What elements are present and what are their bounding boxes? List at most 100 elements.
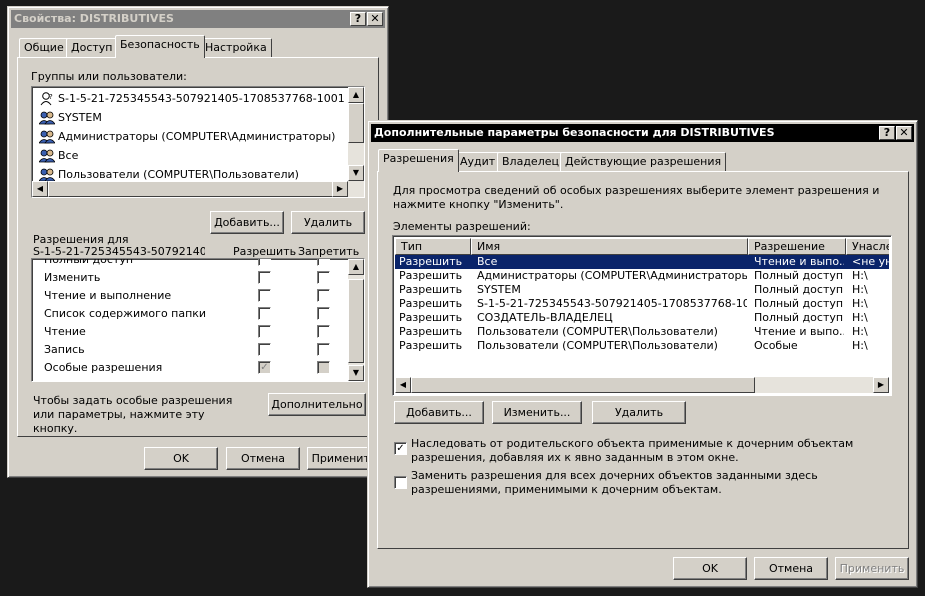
entry-permission: Особые (754, 339, 798, 352)
scroll-right-arrow-icon[interactable]: ▶ (873, 377, 889, 393)
entry-type: Разрешить (399, 255, 463, 268)
cancel-button[interactable]: Отмена (226, 447, 300, 470)
users-hscrollbar[interactable]: ◀ ▶ (32, 181, 364, 197)
permission-entry-row[interactable]: Разрешить S-1-5-21-725345543-507921405-1… (395, 297, 889, 311)
permission-entry-row[interactable]: Разрешить СОЗДАТЕЛЬ-ВЛАДЕЛЕЦ Полный дост… (395, 311, 889, 325)
advanced-hint-text: Чтобы задать особые разрешения или парам… (33, 394, 233, 435)
allow-checkbox[interactable] (258, 343, 271, 356)
entries-label: Элементы разрешений: (393, 220, 531, 233)
entry-permission: Чтение и выпо... (754, 325, 844, 338)
users-vscrollbar[interactable]: ▲ ▼ (348, 87, 364, 181)
description-text: Для просмотра сведений об особых разреше… (393, 184, 880, 211)
inherit-label[interactable]: Наследовать от родительского объекта при… (411, 437, 891, 465)
deny-checkbox[interactable] (317, 271, 330, 284)
allow-column-header: Разрешить (233, 245, 297, 258)
permission-name: Особые разрешения (44, 361, 163, 374)
permission-row: Чтение и выполнение (32, 286, 346, 305)
tab-general[interactable]: Общие (19, 38, 69, 58)
properties-titlebar[interactable]: Свойства: DISTRIBUTIVES ? ✕ (11, 10, 385, 28)
scroll-up-arrow-icon[interactable]: ▲ (348, 87, 364, 103)
tab-security[interactable]: Безопасность (115, 35, 205, 58)
permission-name: Изменить (44, 271, 101, 284)
user-row[interactable]: Все (34, 146, 346, 165)
advanced-title: Дополнительные параметры безопасности дл… (374, 126, 775, 139)
permissions-vscrollbar[interactable]: ▲ ▼ (348, 259, 364, 381)
scroll-down-arrow-icon[interactable]: ▼ (348, 365, 364, 381)
allow-checkbox[interactable] (258, 289, 271, 302)
permission-row: Изменить (32, 268, 346, 287)
allow-checkbox[interactable] (258, 259, 271, 266)
column-header-name[interactable]: Имя (471, 238, 748, 255)
add-button[interactable]: Добавить... (394, 401, 484, 424)
permission-name: Список содержимого папки (44, 307, 207, 320)
scroll-left-arrow-icon[interactable]: ◀ (32, 181, 48, 197)
allow-checkbox[interactable] (258, 271, 271, 284)
tab-permissions[interactable]: Разрешения (378, 149, 459, 172)
user-row[interactable]: SYSTEM (34, 108, 346, 127)
replace-checkbox[interactable] (394, 476, 407, 489)
edit-button[interactable]: Изменить... (492, 401, 582, 424)
inherit-checkbox[interactable]: ✓ (394, 442, 407, 455)
add-button[interactable]: Добавить... (210, 211, 284, 234)
ok-button[interactable]: OK (673, 557, 747, 580)
scroll-thumb[interactable] (48, 181, 334, 197)
scroll-down-arrow-icon[interactable]: ▼ (348, 165, 364, 181)
help-button[interactable]: ? (350, 12, 366, 26)
ok-button[interactable]: OK (144, 447, 218, 470)
deny-checkbox[interactable] (317, 343, 330, 356)
permission-entry-row[interactable]: Разрешить Все Чтение и выпо... <не уна (395, 255, 889, 269)
users-list[interactable]: ? S-1-5-21-725345543-507921405-170853776… (31, 86, 365, 198)
group-icon (39, 149, 55, 163)
group-icon (39, 130, 55, 144)
remove-button[interactable]: Удалить (291, 211, 365, 234)
advanced-titlebar[interactable]: Дополнительные параметры безопасности дл… (371, 124, 914, 142)
user-name: SYSTEM (58, 111, 102, 124)
tab-audit[interactable]: Аудит (455, 152, 501, 172)
permission-entry-row[interactable]: Разрешить SYSTEM Полный доступ H:\ (395, 283, 889, 297)
deny-checkbox[interactable] (317, 289, 330, 302)
replace-label[interactable]: Заменить разрешения для всех дочерних об… (411, 469, 891, 497)
scroll-thumb[interactable] (348, 279, 364, 363)
scroll-right-arrow-icon[interactable]: ▶ (332, 181, 348, 197)
column-header-inherited[interactable]: Унаслед (846, 238, 889, 255)
entries-hscrollbar[interactable]: ◀ ▶ (395, 377, 889, 393)
security-tab-panel: Группы или пользователи: ? S-1-5-21-7253… (17, 57, 379, 437)
permission-row: Чтение (32, 322, 346, 341)
permissions-list[interactable]: Полный доступ Изменить Чтение и выполнен… (31, 258, 365, 382)
scroll-thumb[interactable] (348, 103, 364, 143)
permission-entries-list[interactable]: Тип Имя Разрешение Унаслед Разрешить Все… (392, 235, 892, 396)
entry-type: Разрешить (399, 311, 463, 324)
entry-inherited: H:\ (852, 311, 868, 324)
tab-customize[interactable]: Настройка (200, 38, 272, 58)
close-button[interactable]: ✕ (896, 126, 912, 140)
permission-entry-row[interactable]: Разрешить Пользователи (COMPUTER\Пользов… (395, 325, 889, 339)
user-row[interactable]: Администраторы (COMPUTER\Администраторы) (34, 127, 346, 146)
remove-button[interactable]: Удалить (592, 401, 686, 424)
allow-checkbox[interactable] (258, 325, 271, 338)
user-name: Все (58, 149, 79, 162)
advanced-button[interactable]: Дополнительно (268, 393, 366, 416)
scroll-up-arrow-icon[interactable]: ▲ (348, 259, 364, 275)
permission-entry-row[interactable]: Разрешить Администраторы (COMPUTER\Админ… (395, 269, 889, 283)
permission-entry-row[interactable]: Разрешить Пользователи (COMPUTER\Пользов… (395, 339, 889, 353)
group-icon (39, 111, 55, 125)
deny-checkbox[interactable] (317, 307, 330, 320)
entry-type: Разрешить (399, 339, 463, 352)
deny-checkbox[interactable] (317, 259, 330, 266)
column-header-type[interactable]: Тип (395, 238, 471, 255)
entry-inherited: H:\ (852, 325, 868, 338)
scroll-thumb[interactable] (411, 377, 755, 393)
tab-effective-permissions[interactable]: Действующие разрешения (560, 152, 727, 172)
scroll-left-arrow-icon[interactable]: ◀ (395, 377, 411, 393)
allow-checkbox[interactable] (258, 307, 271, 320)
tab-owner[interactable]: Владелец (497, 152, 564, 172)
deny-checkbox[interactable] (317, 325, 330, 338)
column-header-permission[interactable]: Разрешение (748, 238, 846, 255)
close-button[interactable]: ✕ (367, 12, 383, 26)
cancel-button[interactable]: Отмена (754, 557, 828, 580)
user-row[interactable]: ? S-1-5-21-725345543-507921405-170853776… (34, 89, 346, 108)
tab-sharing[interactable]: Доступ (66, 38, 118, 58)
help-button[interactable]: ? (879, 126, 895, 140)
group-icon (39, 168, 55, 182)
svg-text:?: ? (49, 93, 53, 101)
